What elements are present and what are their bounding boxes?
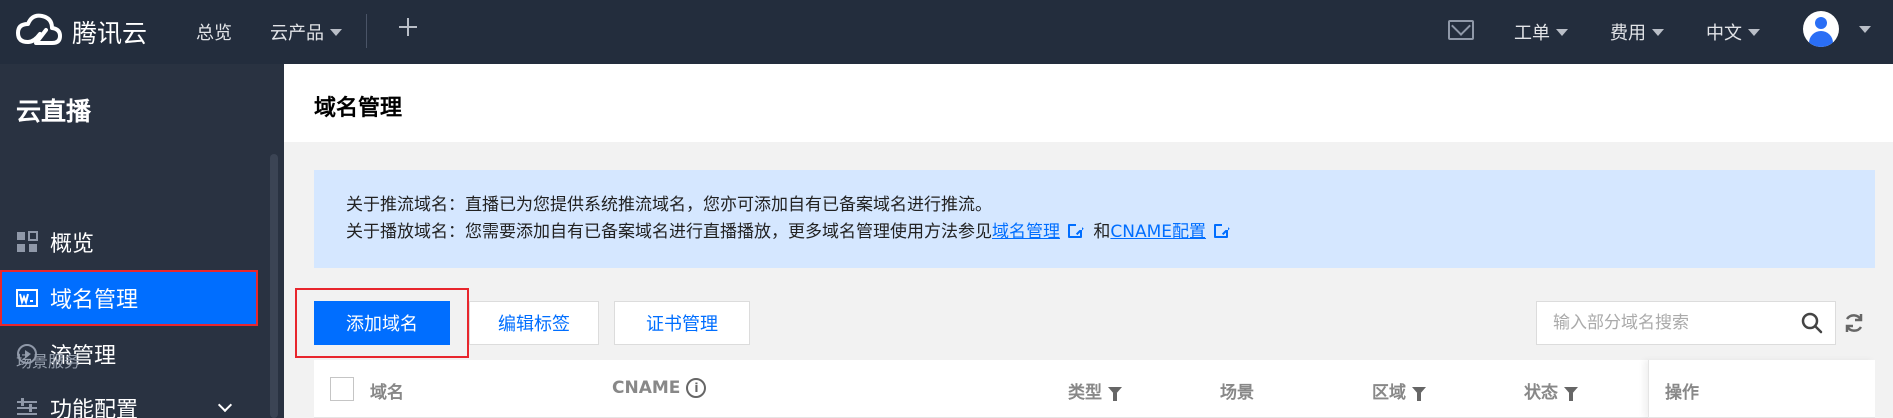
sidebar-item-label: 概览	[50, 232, 95, 257]
search-input[interactable]	[1537, 302, 1777, 344]
column-cname: CNAME i	[612, 378, 707, 398]
filter-icon[interactable]	[1564, 386, 1578, 401]
column-label: 操作	[1665, 383, 1699, 403]
caret-down-icon	[1652, 28, 1664, 36]
nav-tickets-label: 工单	[1514, 23, 1550, 44]
add-domain-button[interactable]: 添加域名	[314, 301, 450, 345]
cert-management-button[interactable]: 证书管理	[614, 301, 750, 345]
sidebar-item-overview[interactable]: 概览	[0, 214, 258, 270]
nav-overview-label: 总览	[196, 23, 232, 44]
column-label: 域名	[370, 383, 404, 403]
domain-management-link[interactable]: 域名管理	[992, 222, 1060, 242]
sliders-icon	[17, 398, 37, 415]
column-type: 类型	[1068, 378, 1122, 403]
sidebar-scrollbar[interactable]	[270, 154, 278, 418]
nav-billing[interactable]: 费用	[1610, 0, 1664, 64]
sidebar-item-label: 域名管理	[50, 288, 139, 313]
notice-line-play: 关于播放域名：您需要添加自有已备案域名进行直播播放，更多域名管理使用方法参见域名…	[346, 219, 1875, 246]
column-region: 区域	[1372, 378, 1426, 403]
edit-tags-button[interactable]: 编辑标签	[469, 301, 599, 345]
notice-line-play-text: 关于播放域名：您需要添加自有已备案域名进行直播播放，更多域名管理使用方法参见	[346, 222, 992, 242]
select-all-checkbox[interactable]	[330, 377, 354, 401]
domain-table-header: 域名 CNAME i 类型 场景 区域 状态 操作	[314, 360, 1875, 418]
column-label: 区域	[1372, 383, 1406, 403]
user-avatar[interactable]	[1803, 11, 1839, 47]
caret-down-icon	[1748, 28, 1760, 36]
cname-config-link[interactable]: CNAME配置	[1110, 222, 1206, 242]
notice-link-separator: 和	[1093, 222, 1111, 242]
nav-cloud-products[interactable]: 云产品	[270, 0, 342, 64]
filter-icon[interactable]	[1108, 386, 1122, 401]
nav-divider	[366, 14, 367, 48]
filter-icon[interactable]	[1412, 386, 1426, 401]
brand-logo[interactable]: 腾讯云	[14, 10, 147, 54]
nav-language[interactable]: 中文	[1706, 0, 1760, 64]
brand-name: 腾讯云	[72, 19, 148, 48]
nav-cloud-products-label: 云产品	[270, 23, 324, 44]
nav-language-label: 中文	[1706, 23, 1742, 44]
search-box	[1536, 301, 1836, 345]
nav-billing-label: 费用	[1610, 23, 1646, 44]
caret-down-icon[interactable]	[1859, 26, 1871, 33]
caret-down-icon	[1556, 28, 1568, 36]
info-notice: 关于推流域名：直播已为您提供系统推流域名，您亦可添加自有已备案域名进行推流。 关…	[314, 170, 1875, 268]
mail-icon[interactable]	[1448, 20, 1474, 40]
sidebar-item-domain-management[interactable]: 域名管理	[0, 270, 258, 326]
column-label: 场景	[1220, 383, 1254, 403]
info-icon[interactable]: i	[686, 378, 707, 398]
column-label: CNAME	[612, 378, 681, 398]
cloud-logo-icon	[16, 13, 62, 45]
sidebar: 云直播 概览 域名管理 流管理 场景服务 功能配置	[0, 64, 284, 418]
column-status: 状态	[1524, 378, 1578, 403]
external-link-icon	[1214, 224, 1229, 238]
column-label: 类型	[1068, 383, 1102, 403]
column-actions-frozen: 操作	[1648, 360, 1875, 418]
nav-tickets[interactable]: 工单	[1514, 0, 1568, 64]
column-label: 状态	[1524, 383, 1558, 403]
dashboard-icon	[17, 231, 38, 252]
search-icon[interactable]	[1801, 312, 1823, 334]
column-scene: 场景	[1220, 378, 1254, 403]
sidebar-item-feature-config[interactable]: 功能配置	[0, 380, 258, 418]
add-shortcut-icon[interactable]	[398, 16, 418, 36]
external-link-icon	[1068, 224, 1082, 238]
domain-icon	[16, 289, 38, 307]
notice-line-push: 关于推流域名：直播已为您提供系统推流域名，您亦可添加自有已备案域名进行推流。	[346, 195, 992, 215]
sidebar-title: 云直播	[16, 97, 92, 126]
sidebar-section-label: 场景服务	[16, 352, 81, 371]
column-domain: 域名	[370, 378, 404, 403]
caret-down-icon	[330, 28, 342, 36]
chevron-down-icon	[217, 397, 233, 413]
nav-overview[interactable]: 总览	[196, 0, 232, 64]
page-header: 域名管理	[284, 64, 1893, 142]
page-title: 域名管理	[314, 96, 403, 121]
sidebar-item-label: 功能配置	[50, 398, 139, 418]
column-actions: 操作	[1665, 378, 1699, 403]
top-navbar: 腾讯云 总览 云产品 工单 费用 中文	[0, 0, 1893, 64]
refresh-icon[interactable]	[1842, 311, 1866, 335]
